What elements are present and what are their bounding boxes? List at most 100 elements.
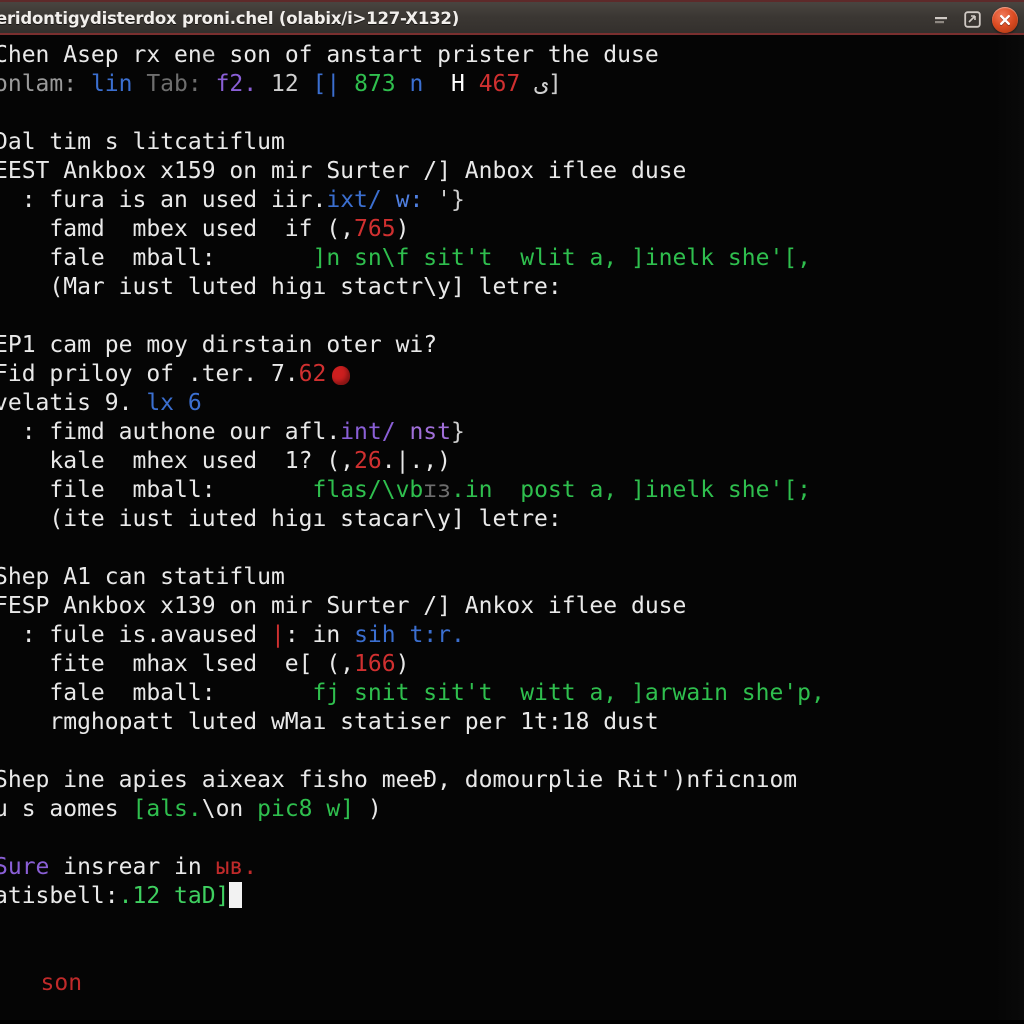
terminal-output: Chen Asep rx ene son of anstart prister … [0, 41, 1024, 998]
terminal-line: Chen Asep rx ene son of anstart prister … [0, 41, 1024, 70]
minimize-icon [933, 13, 949, 27]
terminal-span: 166 [354, 651, 396, 677]
terminal-span [0, 912, 8, 938]
terminal-span: insrear in [49, 854, 216, 880]
terminal-line: Shep ine apies aixeax fisho meeÐ, domour… [0, 766, 1024, 795]
minimize-button[interactable] [930, 9, 952, 31]
window-title: eridontigydisterdox proni.chel (olabix/i… [0, 9, 460, 28]
window-titlebar[interactable]: eridontigydisterdox proni.chel (olabix/i… [0, 0, 1024, 35]
terminal-line: : fimd authone our afl.int/ nst} [0, 418, 1024, 447]
terminal-span: ]n sn\f sit't wlit a, ]inelk she'[, [312, 245, 812, 271]
terminal-span: 26 [354, 448, 382, 474]
terminal-line: atisbell:.12 taD] [0, 882, 1024, 911]
terminal-bottom-edge [0, 1020, 1024, 1024]
terminal-span: fale mball: [0, 245, 313, 271]
terminal-span: lin [90, 71, 147, 97]
terminal-line: velatis 9. lx 6 [0, 389, 1024, 418]
terminal-span: ) [354, 796, 382, 822]
terminal-span: nst [409, 419, 451, 445]
terminal-window: eridontigydisterdox proni.chel (olabix/i… [0, 0, 1024, 1024]
terminal-line [0, 302, 1024, 331]
terminal-span: (Mar iust luted higı stactr\y] letre: [0, 274, 562, 300]
terminal-span: (ite iust iuted higı stacar\y] letre: [0, 506, 562, 532]
terminal-line: famd mbex used if (,765) [0, 215, 1024, 244]
terminal-span: : fule is.avaused [0, 622, 271, 648]
terminal-span: [| [312, 71, 355, 97]
terminal-span: rmghopatt luted wMaı statiser per 1t:18 … [0, 709, 659, 735]
terminal-line: : fule is.avaused |: in sih t:r. [0, 621, 1024, 650]
terminal-span: velatis 9. [0, 390, 147, 416]
terminal-span: fale mball: [0, 680, 313, 706]
terminal-line: Fid priloy of .ter. 7.62 [0, 360, 1024, 389]
terminal-span: : in [284, 622, 355, 648]
terminal-span: 873 [354, 71, 410, 97]
terminal-span: son of anstart prister the duse [215, 42, 659, 68]
terminal-line [0, 911, 1024, 940]
terminal-span: 12 [270, 71, 313, 97]
terminal-span: ыв. [215, 854, 258, 880]
terminal-span: [als. [132, 796, 202, 822]
terminal-span: fj snit sit't witt a, ]arwain she'p, [312, 680, 825, 706]
terminal-span [0, 535, 8, 561]
terminal-span [0, 825, 8, 851]
terminal-line: fale mball: ]n sn\f sit't wlit a, ]inelk… [0, 244, 1024, 273]
terminal-span [0, 738, 8, 764]
terminal-span: ى] [520, 71, 562, 97]
terminal-span: n [409, 71, 424, 97]
terminal-span: .12 taD] [118, 883, 230, 909]
terminal-line: Sure insrear in ыв. [0, 853, 1024, 882]
close-icon [998, 13, 1012, 27]
terminal-line: Dal tim s litcatiflum [0, 128, 1024, 157]
maximize-button[interactable] [961, 9, 983, 31]
terminal-span: ixt/ [326, 187, 396, 213]
terminal-line: EEST Ankbox x159 on mir Surter /] Anbox … [0, 157, 1024, 186]
terminal-span: e [201, 42, 216, 68]
terminal-line: : fura is an used iir.ixt/ w: '} [0, 186, 1024, 215]
red-dot-marker [332, 366, 351, 385]
terminal-span: 765 [354, 216, 396, 242]
terminal-span: flas/\vb [312, 477, 424, 503]
terminal-span: Chen Asep rx en [0, 42, 202, 68]
terminal-span: Shep A1 can statiflum [0, 564, 285, 590]
terminal-line: FESP Ankbox x139 on mir Surter /] Ankox … [0, 592, 1024, 621]
terminal-span [0, 970, 41, 996]
terminal-span: kale mhex used 1? (, [0, 448, 355, 474]
terminal-span: file mball: [0, 477, 313, 503]
terminal-line [0, 940, 1024, 969]
terminal-span: .|.,) [381, 448, 451, 474]
terminal-span: int/ [340, 419, 410, 445]
terminal-span: ) [395, 216, 410, 242]
terminal-line: (ite iust iuted higı stacar\y] letre: [0, 505, 1024, 534]
terminal-span: Shep ine apies aixeax fisho meeÐ, domour… [0, 767, 798, 793]
terminal-span: pic8 w] [257, 796, 355, 822]
terminal-line: rmghopatt luted wMaı statiser per 1t:18 … [0, 708, 1024, 737]
terminal-span: lx 6 [146, 390, 202, 416]
terminal-line [0, 737, 1024, 766]
terminal-span: u s aomes [0, 796, 133, 822]
terminal-line: kale mhex used 1? (,26.|.,) [0, 447, 1024, 476]
terminal-span: 467 [478, 71, 521, 97]
terminal-line: EP1 cam pe moy dirstain oter wi? [0, 331, 1024, 360]
terminal-line: fite mhax lsed e[ (,166) [0, 650, 1024, 679]
close-button[interactable] [992, 6, 1018, 33]
terminal-span: : fura is an used iir. [0, 187, 327, 213]
terminal-span: : fimd authone our afl. [0, 419, 341, 445]
terminal-span: famd mbex used if (, [0, 216, 355, 242]
terminal-line [0, 824, 1024, 853]
terminal-span: H [423, 71, 479, 97]
terminal-span: FESP Ankbox x139 on mir Surter /] Ankox … [0, 593, 687, 619]
terminal-span: EP1 cam pe moy dirstain oter wi? [0, 332, 438, 358]
terminal-span: ) [395, 651, 410, 677]
terminal-span: w: [395, 187, 438, 213]
terminal-span [0, 100, 8, 126]
terminal-line: u s aomes [als.\on pic8 w] ) [0, 795, 1024, 824]
terminal-span: .in post a, ]inelk she'[; [450, 477, 812, 503]
terminal-line: onlam: lin Tab: f2. 12 [| 873 n H 467 ى] [0, 70, 1024, 99]
terminal-span: Sure [0, 854, 50, 880]
terminal-line: (Mar iust luted higı stactr\y] letre: [0, 273, 1024, 302]
terminal-span: EEST Ankbox x159 on mir Surter /] Anbox … [0, 158, 687, 184]
terminal-span: f2. [215, 71, 271, 97]
terminal-span: Fid priloy of .ter. 7. [0, 361, 299, 387]
terminal-screen[interactable]: Chen Asep rx ene son of anstart prister … [0, 35, 1024, 1024]
terminal-span: | [270, 622, 285, 648]
